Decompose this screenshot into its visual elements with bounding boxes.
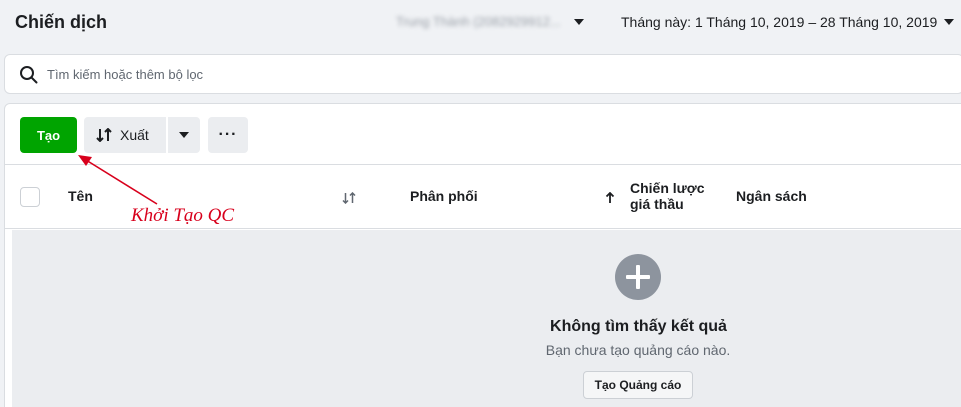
select-all-checkbox[interactable] [20, 187, 40, 207]
sort-icon[interactable] [342, 192, 356, 204]
create-button[interactable]: Tạo [20, 117, 77, 153]
export-dropdown-button[interactable] [168, 117, 200, 153]
column-header-bid-strategy[interactable]: Chiến lược giá thầu [630, 180, 720, 212]
top-bar: Chiến dịch Trung Thành (2082929912... Th… [0, 0, 961, 46]
sort-ascending-icon[interactable] [605, 192, 615, 204]
annotation-label: Khởi Tạo QC [131, 205, 235, 226]
export-button[interactable]: Xuất [84, 117, 166, 153]
column-header-delivery[interactable]: Phân phối [410, 188, 478, 204]
plus-circle-icon [615, 254, 661, 300]
search-icon [20, 66, 38, 84]
export-label: Xuất [120, 127, 149, 143]
column-header-budget[interactable]: Ngân sách [736, 188, 807, 204]
search-bar[interactable] [4, 54, 961, 94]
chevron-down-icon [179, 132, 189, 138]
campaign-panel: Tạo Xuất ··· Tên Phân phối Chiến lược gi… [4, 103, 961, 407]
date-range-picker[interactable]: Tháng này: 1 Tháng 10, 2019 – 28 Tháng 1… [621, 14, 937, 30]
empty-state-title: Không tìm thấy kết quả [550, 318, 727, 335]
export-icon [96, 128, 112, 142]
account-selector[interactable]: Trung Thành (2082929912... [396, 14, 561, 29]
create-ad-button[interactable]: Tạo Quảng cáo [583, 371, 693, 399]
chevron-down-icon[interactable] [574, 19, 584, 25]
empty-state-subtitle: Bạn chưa tạo quảng cáo nào. [545, 342, 731, 358]
search-input[interactable] [47, 55, 927, 93]
column-header-name[interactable]: Tên [68, 188, 93, 204]
empty-state: Không tìm thấy kết quả Bạn chưa tạo quản… [12, 230, 961, 407]
page-title: Chiến dịch [15, 12, 108, 32]
more-options-button[interactable]: ··· [208, 117, 248, 153]
chevron-down-icon[interactable] [944, 19, 954, 25]
